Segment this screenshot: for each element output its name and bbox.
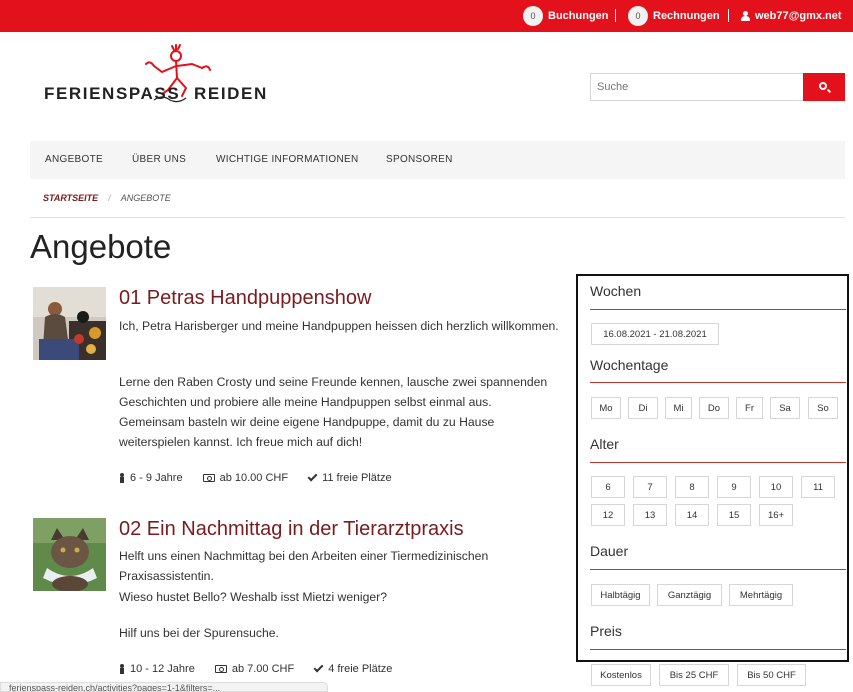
offer-description: Hilf uns bei der Spurensuche. bbox=[119, 626, 279, 640]
divider bbox=[30, 217, 845, 218]
filter-age-chip[interactable]: 12 bbox=[591, 504, 625, 526]
filter-age-chip[interactable]: 6 bbox=[591, 476, 625, 498]
bookings-link[interactable]: 0 Buchungen bbox=[523, 0, 609, 32]
invoices-link[interactable]: 0 Rechnungen bbox=[628, 0, 720, 32]
offer-description: Helft uns einen Nachmittag bei den Arbei… bbox=[119, 549, 489, 583]
breadcrumb-separator: / bbox=[108, 193, 111, 203]
filter-age-chip[interactable]: 16+ bbox=[759, 504, 793, 526]
filter-duration-chip[interactable]: Ganztägig bbox=[657, 584, 722, 606]
offer-description: Wieso hustet Bello? Weshalb isst Mietzi … bbox=[119, 590, 388, 604]
logo-text-ferienspass: FERIENSPASS bbox=[44, 84, 181, 103]
offer-title[interactable]: 02 Ein Nachmittag in der Tierarztpraxis bbox=[119, 518, 464, 541]
offer-item: 01 Petras Handpuppenshow Ich, Petra Hari… bbox=[33, 287, 563, 487]
filter-weekday-chip[interactable]: Mi bbox=[665, 397, 692, 419]
nav-item-ueber-uns[interactable]: ÜBER UNS bbox=[132, 141, 186, 179]
offer-meta: 6 - 9 Jahre ab 10.00 CHF 11 freie Plätze bbox=[119, 471, 412, 484]
user-account-link[interactable]: web77@gmx.net bbox=[741, 0, 842, 32]
filter-duration-chip[interactable]: Mehrtägig bbox=[729, 584, 793, 606]
filter-age-chip[interactable]: 8 bbox=[675, 476, 709, 498]
filter-duration-title: Dauer bbox=[590, 543, 629, 559]
filter-divider bbox=[590, 382, 846, 383]
nav-item-angebote[interactable]: ANGEBOTE bbox=[45, 141, 103, 179]
offer-spots: 4 freie Plätze bbox=[313, 662, 392, 675]
filter-weekday-chip[interactable]: Mo bbox=[591, 397, 621, 419]
topbar-separator bbox=[615, 9, 616, 22]
invoices-label: Rechnungen bbox=[653, 10, 720, 22]
offer-item: 02 Ein Nachmittag in der Tierarztpraxis … bbox=[33, 518, 563, 678]
person-icon bbox=[119, 664, 125, 674]
filter-price-chip[interactable]: Kostenlos bbox=[591, 664, 651, 686]
offer-description: Lerne den Raben Crosty und seine Freunde… bbox=[119, 375, 548, 449]
filter-divider bbox=[590, 569, 846, 570]
offer-description: Ich, Petra Harisberger und meine Handpup… bbox=[119, 319, 559, 333]
filter-duration-chip[interactable]: Halbtägig bbox=[591, 584, 650, 606]
page-title: Angebote bbox=[30, 228, 172, 265]
filter-divider bbox=[590, 462, 846, 463]
nav-item-sponsoren[interactable]: SPONSOREN bbox=[386, 141, 453, 179]
filter-weeks-title: Wochen bbox=[590, 283, 642, 299]
offer-title[interactable]: 01 Petras Handpuppenshow bbox=[119, 287, 371, 310]
search-button[interactable] bbox=[803, 73, 845, 101]
offer-age: 6 - 9 Jahre bbox=[119, 472, 183, 484]
filter-age-chip[interactable]: 14 bbox=[675, 504, 709, 526]
offer-thumbnail[interactable] bbox=[33, 518, 106, 591]
offer-price: ab 10.00 CHF bbox=[202, 472, 288, 484]
nav-item-wichtige-informationen[interactable]: WICHTIGE INFORMATIONEN bbox=[216, 141, 359, 179]
bookings-label: Buchungen bbox=[548, 10, 609, 22]
filter-divider bbox=[590, 649, 846, 650]
main-navigation: ANGEBOTE ÜBER UNS WICHTIGE INFORMATIONEN… bbox=[30, 141, 845, 179]
filter-week-chip[interactable]: 16.08.2021 - 21.08.2021 bbox=[591, 323, 719, 345]
filter-weekday-chip[interactable]: Sa bbox=[770, 397, 800, 419]
bookings-count-badge: 0 bbox=[523, 6, 543, 26]
money-icon bbox=[202, 474, 215, 482]
filter-age-chip[interactable]: 15 bbox=[717, 504, 751, 526]
filter-weekday-chip[interactable]: Do bbox=[699, 397, 729, 419]
filter-weekday-chip[interactable]: Fr bbox=[736, 397, 763, 419]
filter-age-chip[interactable]: 9 bbox=[717, 476, 751, 498]
site-logo[interactable]: FERIENSPASS REIDEN bbox=[44, 44, 274, 106]
browser-status-url: ferienspass-reiden.ch/activities?pages=1… bbox=[0, 682, 328, 692]
check-icon bbox=[307, 471, 318, 482]
logo-text-reiden: REIDEN bbox=[194, 84, 268, 103]
filter-weekday-chip[interactable]: So bbox=[808, 397, 838, 419]
breadcrumb: STARTSEITE / ANGEBOTE bbox=[43, 193, 171, 203]
user-email: web77@gmx.net bbox=[755, 10, 842, 22]
topbar-separator bbox=[728, 9, 729, 22]
filter-price-chip[interactable]: Bis 25 CHF bbox=[659, 664, 729, 686]
breadcrumb-current: ANGEBOTE bbox=[120, 193, 171, 203]
filter-age-chip[interactable]: 11 bbox=[801, 476, 835, 498]
search-input[interactable] bbox=[590, 73, 803, 101]
breadcrumb-home[interactable]: STARTSEITE bbox=[43, 193, 98, 203]
invoices-count-badge: 0 bbox=[628, 6, 648, 26]
offer-meta: 10 - 12 Jahre ab 7.00 CHF 4 freie Plätze bbox=[119, 662, 412, 675]
filter-age-chip[interactable]: 13 bbox=[633, 504, 667, 526]
filter-age-title: Alter bbox=[590, 436, 619, 452]
user-icon bbox=[741, 11, 750, 21]
filter-age-chip[interactable]: 7 bbox=[633, 476, 667, 498]
filter-weekdays-title: Wochentage bbox=[590, 357, 669, 373]
money-icon bbox=[214, 665, 227, 673]
person-icon bbox=[119, 473, 125, 483]
offer-thumbnail[interactable] bbox=[33, 287, 106, 360]
filter-price-chip[interactable]: Bis 50 CHF bbox=[737, 664, 806, 686]
filter-weekday-chip[interactable]: Di bbox=[628, 397, 658, 419]
filter-divider bbox=[590, 309, 846, 310]
offer-spots: 11 freie Plätze bbox=[307, 471, 392, 484]
top-bar: 0 Buchungen 0 Rechnungen web77@gmx.net bbox=[0, 0, 853, 32]
offer-price: ab 7.00 CHF bbox=[214, 663, 294, 675]
filter-age-chip[interactable]: 10 bbox=[759, 476, 793, 498]
offer-age: 10 - 12 Jahre bbox=[119, 663, 195, 675]
search-icon bbox=[819, 82, 827, 90]
check-icon bbox=[313, 662, 324, 673]
filter-price-title: Preis bbox=[590, 623, 622, 639]
